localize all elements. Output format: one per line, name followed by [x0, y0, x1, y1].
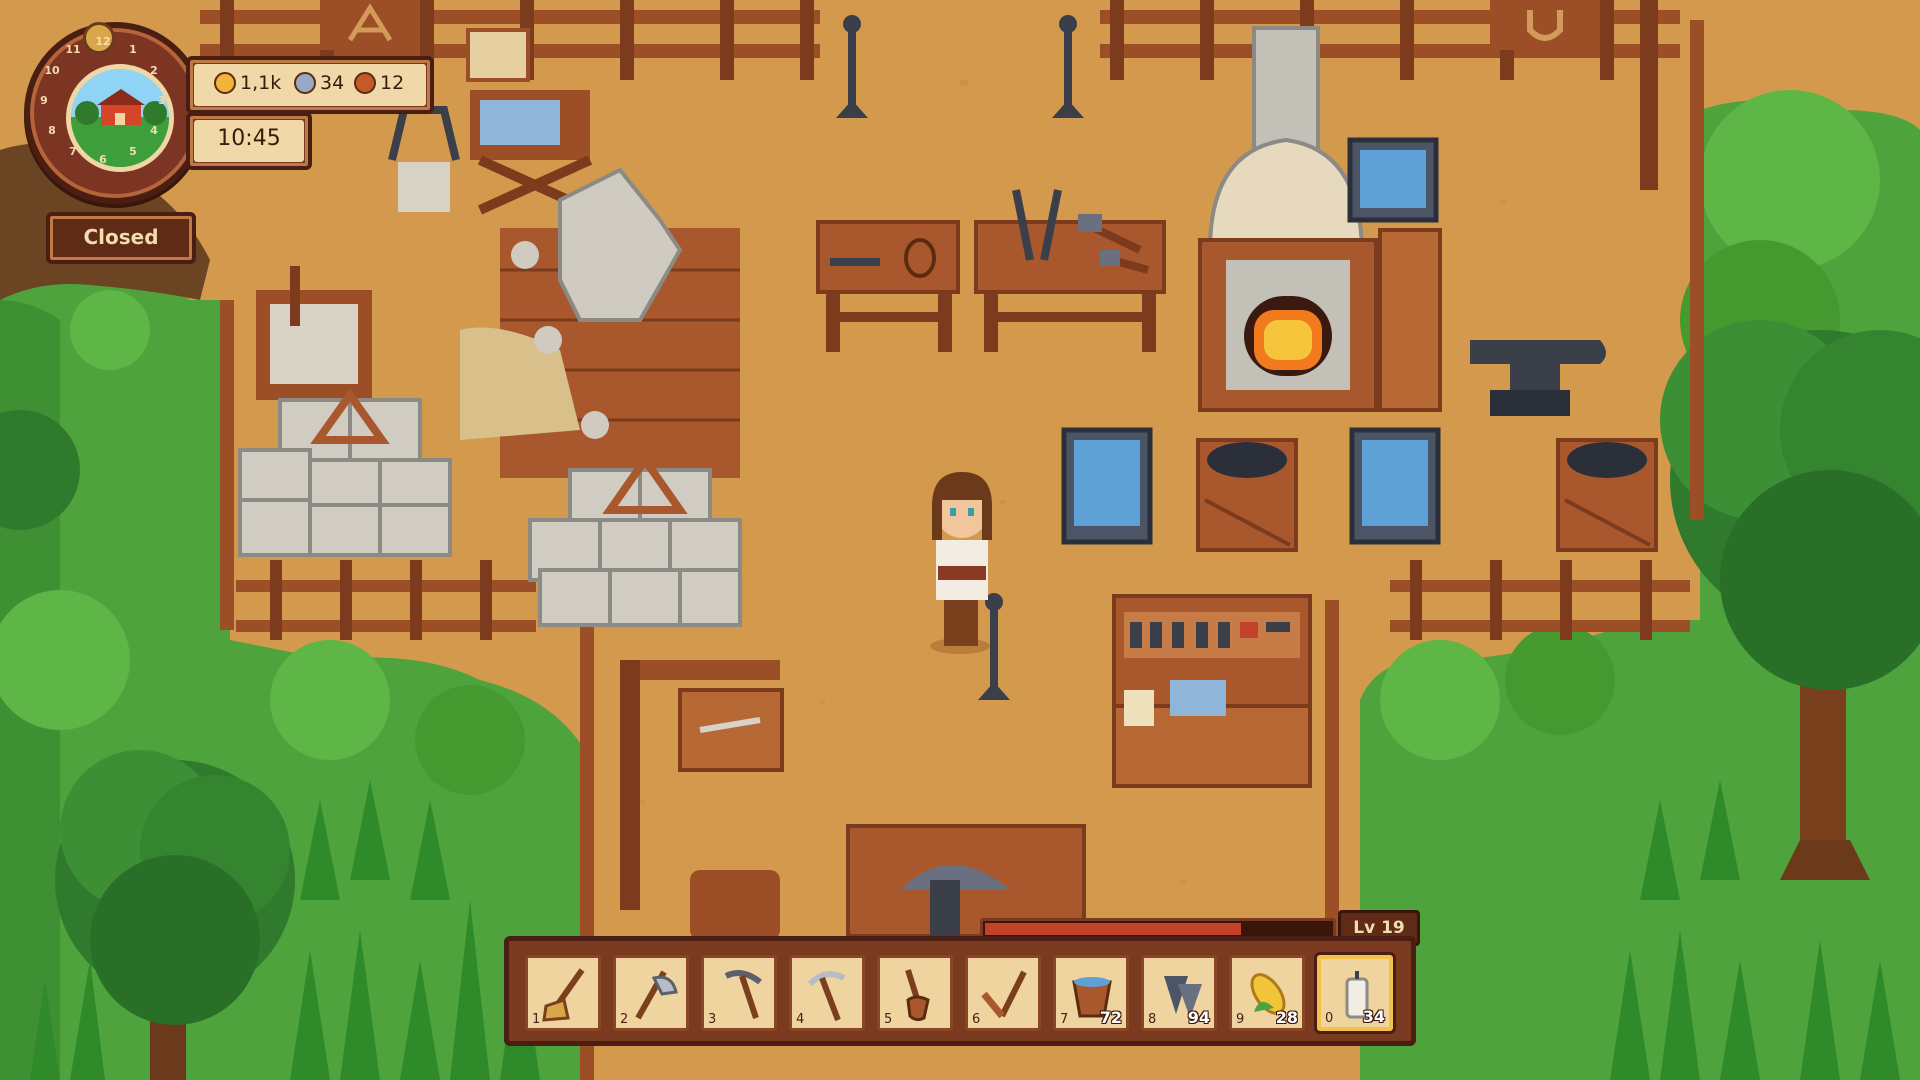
gold-coin-icon [214, 72, 236, 94]
silver-coin-icon [294, 72, 316, 94]
hotbar-slot-9[interactable]: 9 28 [1229, 955, 1305, 1031]
gold-currency: 1,1k [214, 72, 281, 94]
silver-currency: 34 [294, 72, 344, 94]
hotbar-slot-7[interactable]: 7 72 [1053, 955, 1129, 1031]
hoe-icon [981, 970, 1027, 1019]
shop-status-badge: Closed [46, 212, 196, 264]
copper-coin-icon [354, 72, 376, 94]
pickaxe-icon [724, 970, 762, 1019]
clock-number: 4 [150, 124, 158, 137]
clock-number: 5 [129, 145, 137, 158]
scythe-icon [807, 971, 846, 1022]
clock-number: 2 [150, 64, 158, 77]
clock-number: 8 [48, 124, 56, 137]
broom-icon [542, 968, 585, 1022]
hotbar-slot-5[interactable]: 5 [877, 955, 953, 1031]
clock-number: 6 [99, 153, 107, 166]
clock-number: 1 [129, 43, 137, 56]
hotbar-slot-4[interactable]: 4 [789, 955, 865, 1031]
tool-rack-desk [1112, 594, 1312, 788]
currency-panel: 1,1k 34 12 [186, 56, 434, 114]
weather-window [66, 64, 174, 172]
time-display: 10:45 [217, 126, 281, 151]
clock-number: 10 [44, 64, 60, 77]
axe-icon [635, 970, 678, 1020]
time-panel: 10:45 [186, 112, 312, 170]
hotbar-slot-2[interactable]: 2 [613, 955, 689, 1031]
shovel-icon [905, 969, 930, 1022]
hotbar-slot-6[interactable]: 6 [965, 955, 1041, 1031]
horseshoe-sign [1490, 0, 1600, 50]
wooden-gate [690, 870, 780, 940]
clock-number: 9 [40, 94, 48, 107]
copper-currency: 12 [354, 72, 404, 94]
xp-fill [985, 923, 1241, 935]
clock-number: 11 [65, 43, 81, 56]
clock-number: 7 [69, 145, 77, 158]
day-clock: 12 1 2 3 4 5 6 7 8 9 10 11 [24, 22, 206, 204]
hotbar-slot-8[interactable]: 8 94 [1141, 955, 1217, 1031]
hotbar: 1 2 3 4 5 6 7 72 8 94 9 28 0 34 [504, 936, 1416, 1046]
hotbar-slot-10[interactable]: 0 34 [1317, 955, 1393, 1031]
clock-number: 3 [158, 94, 166, 107]
mason-sign [320, 0, 420, 50]
hotbar-slot-3[interactable]: 3 [701, 955, 777, 1031]
clock-number: 12 [95, 35, 111, 48]
shop-status-label: Closed [83, 225, 159, 249]
hotbar-slot-1[interactable]: 1 [525, 955, 601, 1031]
